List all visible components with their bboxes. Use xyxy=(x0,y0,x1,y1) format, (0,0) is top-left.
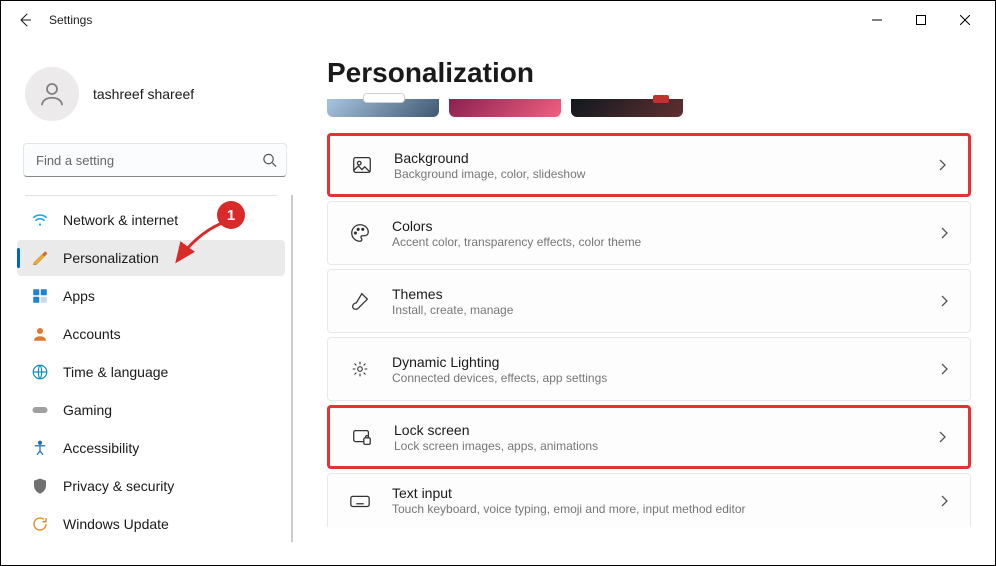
card-title: Colors xyxy=(392,218,938,234)
card-subtitle: Touch keyboard, voice typing, emoji and … xyxy=(392,502,938,516)
gamepad-icon xyxy=(31,401,49,419)
sidebar-item-network[interactable]: Network & internet xyxy=(17,202,285,238)
lock-screen-icon xyxy=(350,425,374,449)
sidebar-item-label: Privacy & security xyxy=(63,478,174,494)
chevron-right-icon xyxy=(936,431,948,443)
theme-preview[interactable] xyxy=(571,99,683,117)
person-icon xyxy=(37,79,67,109)
page-title: Personalization xyxy=(327,57,971,89)
minimize-button[interactable] xyxy=(855,4,899,36)
card-title: Text input xyxy=(392,485,938,501)
maximize-button[interactable] xyxy=(899,4,943,36)
chevron-right-icon xyxy=(938,495,950,507)
chevron-right-icon xyxy=(938,295,950,307)
settings-card-list: Background Background image, color, slid… xyxy=(327,133,971,527)
sidebar-item-privacy[interactable]: Privacy & security xyxy=(17,468,285,504)
user-profile[interactable]: tashreef shareef xyxy=(17,51,293,143)
paintbrush-icon xyxy=(31,249,49,267)
sidebar-item-label: Windows Update xyxy=(63,516,169,532)
theme-thumbnails xyxy=(327,99,971,117)
card-title: Dynamic Lighting xyxy=(392,354,938,370)
card-colors[interactable]: Colors Accent color, transparency effect… xyxy=(327,201,971,265)
sidebar-item-label: Time & language xyxy=(63,364,168,380)
sidebar-item-apps[interactable]: Apps xyxy=(17,278,285,314)
keyboard-icon xyxy=(348,489,372,513)
search-input[interactable] xyxy=(23,143,287,177)
window-title: Settings xyxy=(49,13,92,27)
card-subtitle: Connected devices, effects, app settings xyxy=(392,371,938,385)
card-subtitle: Lock screen images, apps, animations xyxy=(394,439,936,453)
theme-preview[interactable] xyxy=(327,99,439,117)
shield-icon xyxy=(31,477,49,495)
sidebar-item-gaming[interactable]: Gaming xyxy=(17,392,285,428)
sidebar-item-label: Accessibility xyxy=(63,440,139,456)
apps-icon xyxy=(31,287,49,305)
back-button[interactable] xyxy=(9,4,41,36)
card-title: Themes xyxy=(392,286,938,302)
avatar xyxy=(25,67,79,121)
person-icon xyxy=(31,325,49,343)
search-icon xyxy=(262,153,277,168)
sidebar-item-label: Accounts xyxy=(63,326,121,342)
sidebar-item-label: Network & internet xyxy=(63,212,178,228)
sidebar-nav: Network & internet Personalization Apps … xyxy=(17,195,293,542)
card-background[interactable]: Background Background image, color, slid… xyxy=(327,133,971,197)
card-title: Lock screen xyxy=(394,422,936,438)
user-name: tashreef shareef xyxy=(93,86,194,102)
sidebar-item-label: Personalization xyxy=(63,250,159,266)
arrow-left-icon xyxy=(17,12,33,28)
card-subtitle: Accent color, transparency effects, colo… xyxy=(392,235,938,249)
sidebar-item-label: Apps xyxy=(63,288,95,304)
main-panel: Personalization Background Background im… xyxy=(301,39,995,565)
accessibility-icon xyxy=(31,439,49,457)
globe-clock-icon xyxy=(31,363,49,381)
chevron-right-icon xyxy=(938,227,950,239)
sidebar-item-accounts[interactable]: Accounts xyxy=(17,316,285,352)
sidebar-item-label: Gaming xyxy=(63,402,112,418)
card-themes[interactable]: Themes Install, create, manage xyxy=(327,269,971,333)
card-dynamic-lighting[interactable]: Dynamic Lighting Connected devices, effe… xyxy=(327,337,971,401)
card-subtitle: Install, create, manage xyxy=(392,303,938,317)
close-button[interactable] xyxy=(943,4,987,36)
update-icon xyxy=(31,515,49,533)
chevron-right-icon xyxy=(936,159,948,171)
sidebar-item-personalization[interactable]: Personalization xyxy=(17,240,285,276)
wifi-icon xyxy=(31,211,49,229)
brush-icon xyxy=(348,289,372,313)
sidebar: tashreef shareef Network & internet Pers… xyxy=(1,39,301,565)
card-lock-screen[interactable]: Lock screen Lock screen images, apps, an… xyxy=(327,405,971,469)
sidebar-item-accessibility[interactable]: Accessibility xyxy=(17,430,285,466)
sidebar-item-windows-update[interactable]: Windows Update xyxy=(17,506,285,542)
sidebar-item-time-language[interactable]: Time & language xyxy=(17,354,285,390)
picture-icon xyxy=(350,153,374,177)
titlebar: Settings xyxy=(1,1,995,39)
card-subtitle: Background image, color, slideshow xyxy=(394,167,936,181)
sparkle-icon xyxy=(348,357,372,381)
window-controls xyxy=(855,4,987,36)
palette-icon xyxy=(348,221,372,245)
card-title: Background xyxy=(394,150,936,166)
theme-preview[interactable] xyxy=(449,99,561,117)
card-text-input[interactable]: Text input Touch keyboard, voice typing,… xyxy=(327,473,971,527)
chevron-right-icon xyxy=(938,363,950,375)
